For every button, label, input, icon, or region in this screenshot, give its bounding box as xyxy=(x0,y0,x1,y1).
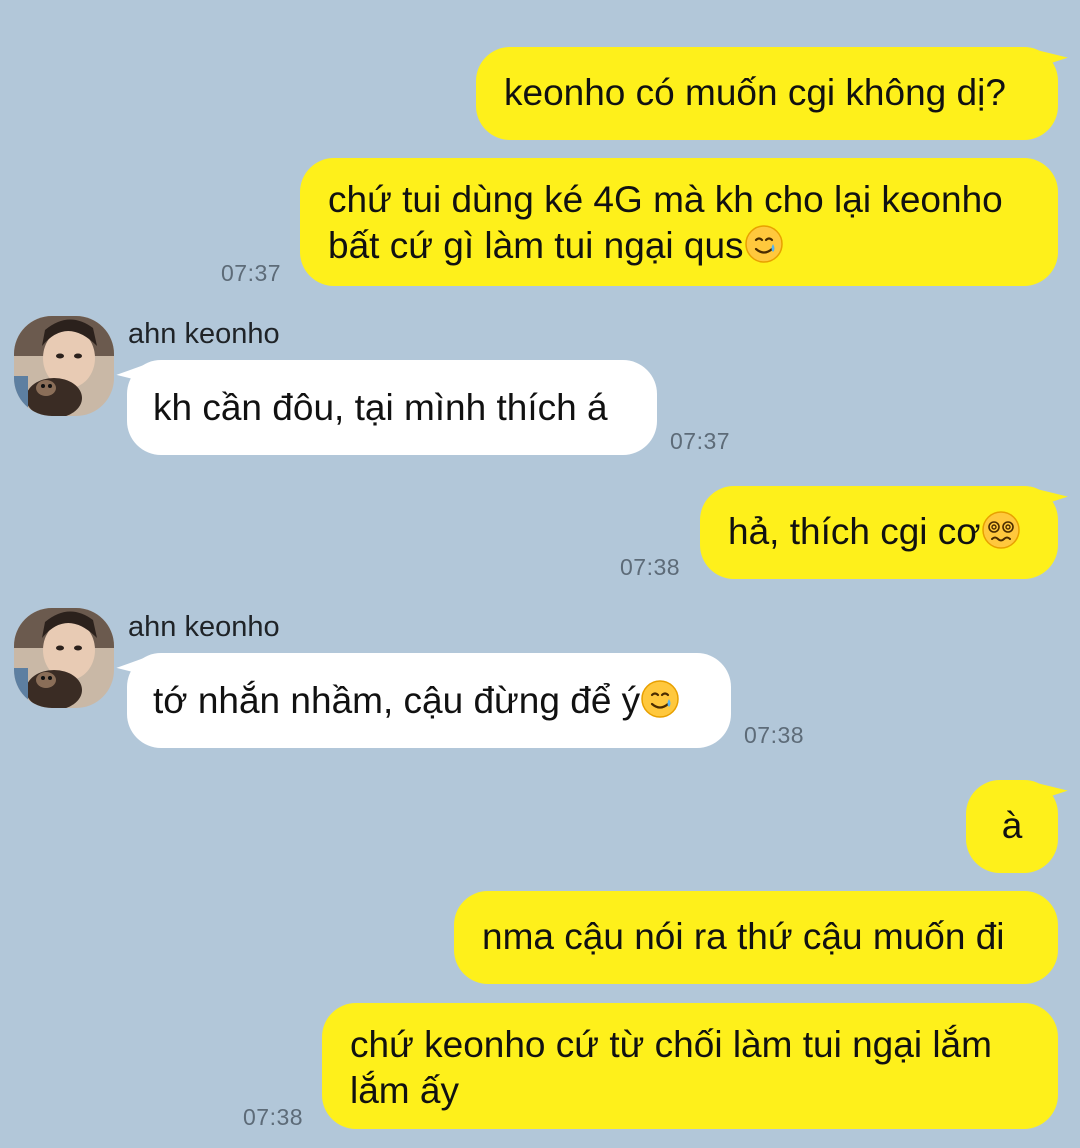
message-text: tớ nhắn nhầm, cậu đừng để ý xyxy=(153,680,641,721)
message-timestamp: 07:37 xyxy=(221,260,282,286)
bubble-tail xyxy=(1038,775,1068,799)
message-text-line: lắm ấy xyxy=(350,1070,459,1111)
outgoing-message[interactable]: chứ keonho cứ từ chối làm tui ngại lắm l… xyxy=(322,1003,1058,1129)
smiling-face-with-tear-icon xyxy=(744,225,783,263)
contact-avatar[interactable] xyxy=(14,608,114,708)
message-text: nma cậu nói ra thứ cậu muốn đi xyxy=(482,916,1005,957)
avatar-photo-icon xyxy=(14,608,114,708)
incoming-message[interactable]: kh cần đôu, tại mình thích á xyxy=(127,360,657,455)
message-timestamp: 07:37 xyxy=(670,428,731,454)
woozy-face-icon xyxy=(981,511,1020,549)
smiling-face-with-tear-icon xyxy=(641,680,679,718)
avatar-photo-icon xyxy=(14,316,114,416)
message-timestamp: 07:38 xyxy=(243,1104,304,1130)
message-timestamp: 07:38 xyxy=(744,722,805,748)
bubble-tail xyxy=(116,359,144,381)
message-text: keonho có muốn cgi không dị? xyxy=(504,72,1006,113)
message-text-line: chứ keonho cứ từ chối làm tui ngại lắm xyxy=(350,1024,992,1065)
bubble-tail xyxy=(116,652,144,674)
chat-room: keonho có muốn cgi không dị? chứ tui dùn… xyxy=(0,0,1080,1148)
incoming-message[interactable]: tớ nhắn nhầm, cậu đừng để ý xyxy=(127,653,731,748)
contact-avatar[interactable] xyxy=(14,316,114,416)
message-text-line: bất cứ gì làm tui ngại qus xyxy=(328,225,744,266)
message-text: hả, thích cgi cơ xyxy=(728,511,981,552)
message-timestamp: 07:38 xyxy=(620,554,681,580)
message-text-line: chứ tui dùng ké 4G mà kh cho lại keonho xyxy=(328,179,1003,220)
message-text-line-wrap: bất cứ gì làm tui ngại qus xyxy=(328,223,1030,269)
sender-name[interactable]: ahn keonho xyxy=(128,318,280,351)
sender-name[interactable]: ahn keonho xyxy=(128,611,280,644)
outgoing-message[interactable]: hả, thích cgi cơ xyxy=(700,486,1058,579)
outgoing-message[interactable]: chứ tui dùng ké 4G mà kh cho lại keonho … xyxy=(300,158,1058,286)
outgoing-message[interactable]: keonho có muốn cgi không dị? xyxy=(476,47,1058,140)
message-text: kh cần đôu, tại mình thích á xyxy=(153,387,608,428)
bubble-tail xyxy=(1038,481,1068,505)
outgoing-message[interactable]: nma cậu nói ra thứ cậu muốn đi xyxy=(454,891,1058,984)
message-text: à xyxy=(1001,805,1023,846)
bubble-tail xyxy=(1038,42,1068,66)
